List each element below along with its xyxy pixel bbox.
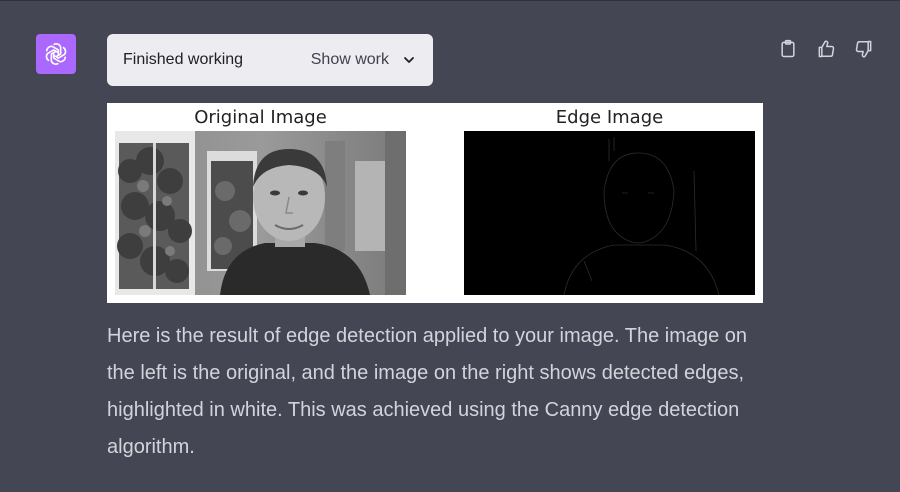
original-image <box>115 131 406 295</box>
work-status-bar: Finished working Show work <box>107 34 433 86</box>
original-image-title: Original Image <box>194 107 327 128</box>
message-actions <box>776 37 876 61</box>
thumbs-down-icon[interactable] <box>852 37 876 61</box>
edge-image <box>464 131 755 295</box>
clipboard-icon[interactable] <box>776 37 800 61</box>
chevron-down-icon[interactable] <box>401 52 417 68</box>
assistant-message: Here is the result of edge detection app… <box>107 325 748 458</box>
show-work-button[interactable]: Show work <box>311 51 389 69</box>
assistant-avatar <box>36 34 76 74</box>
thumbs-up-icon[interactable] <box>814 37 838 61</box>
work-status-label: Finished working <box>123 51 244 68</box>
edge-image-title: Edge Image <box>555 107 664 128</box>
divider <box>0 0 900 1</box>
edge-detection-figure: Original Image Edge Image <box>107 103 763 303</box>
openai-logo-icon <box>45 43 67 65</box>
